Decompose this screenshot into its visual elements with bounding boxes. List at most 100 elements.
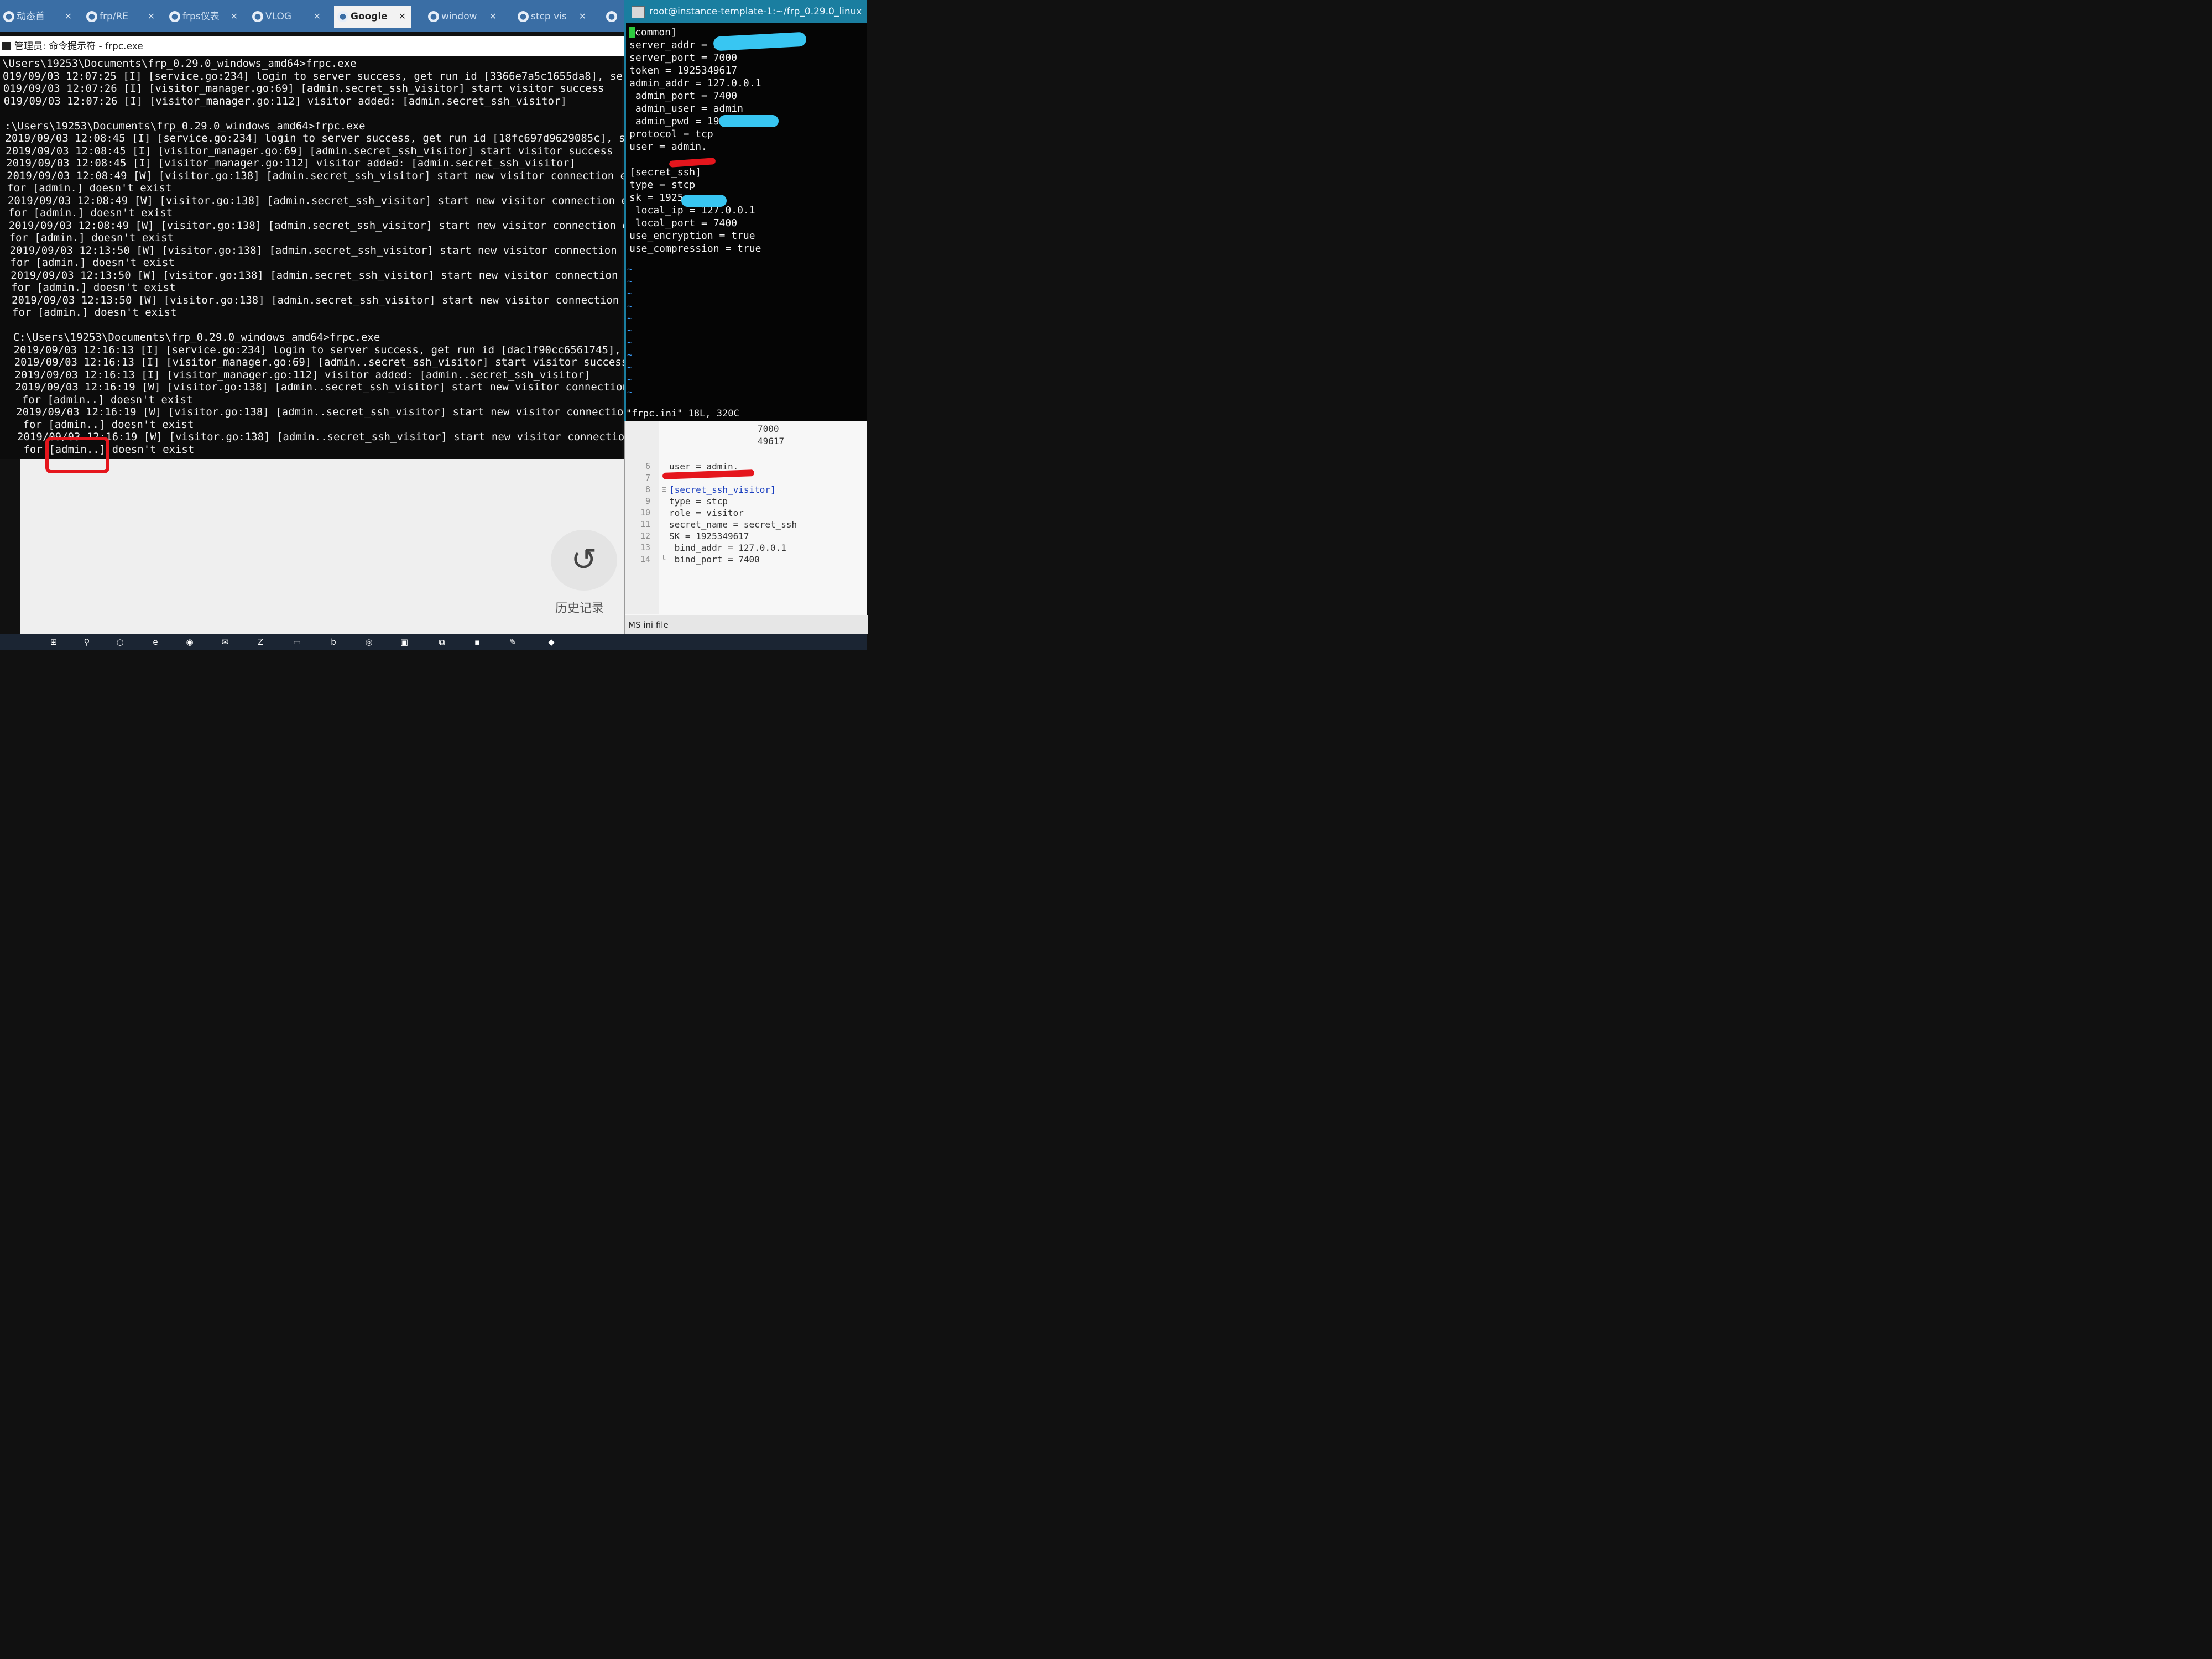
browser-tab[interactable]: ●: [603, 6, 625, 28]
close-icon[interactable]: ✕: [489, 6, 497, 28]
vim-empty-line-marker: ~: [627, 325, 633, 336]
browser-tab[interactable]: ● Google ✕: [334, 6, 411, 28]
bilibili-icon: ●: [3, 11, 14, 22]
vim-line: common]: [629, 27, 677, 39]
vim-empty-line-marker: ~: [627, 264, 633, 274]
line-number: 11: [640, 519, 650, 529]
task-view-icon[interactable]: ○: [113, 636, 127, 648]
browser-tab[interactable]: ● frp/RE ✕: [83, 6, 160, 28]
cmd-console[interactable]: ⌄ \Users\19253\Documents\frp_0.29.0_wind…: [0, 56, 630, 459]
close-icon[interactable]: ✕: [148, 6, 155, 28]
console-line: :\Users\19253\Documents\frp_0.29.0_windo…: [4, 119, 366, 132]
browser-tab-strip: ● 动态首 ✕ ● frp/RE ✕ ● frps仪表 ✕ ● VLOG ✕ ● Google ✕ ● wind…: [0, 0, 630, 32]
vim-empty-line-marker: ~: [627, 387, 633, 397]
editor-line: bind_addr = 127.0.0.1: [669, 542, 786, 553]
line-number: 6: [645, 461, 650, 471]
tab-label: VLOG: [265, 11, 292, 22]
sticker-icon: ●: [252, 11, 263, 22]
console-line: 019/09/03 12:07:26 [I] [visitor_manager.…: [3, 95, 567, 107]
close-icon[interactable]: ✕: [231, 6, 238, 28]
vim-line: use_encryption = true: [629, 230, 755, 242]
line-number: 12: [640, 531, 650, 541]
line-number-gutter: [625, 421, 659, 614]
vim-editor[interactable]: "frpc.ini" 18L, 320C common] server_addr …: [624, 23, 867, 421]
github-icon: ●: [86, 11, 97, 22]
browser-tab[interactable]: ● VLOG ✕: [249, 6, 326, 28]
netease-music-icon[interactable]: ◎: [362, 636, 376, 648]
vim-empty-line-marker: ~: [627, 362, 633, 373]
mail-icon[interactable]: ✉: [218, 636, 232, 648]
editor-status-bar: MS ini file: [625, 615, 868, 634]
vim-line: admin_user = admin: [629, 103, 743, 114]
terminal-title-bar[interactable]: root@instance-template-1:~/frp_0.29.0_li…: [624, 0, 867, 23]
console-line: 2019/09/03 12:08:49 [W] [visitor.go:138]…: [7, 194, 627, 207]
vim-line: admin_pwd = 1925: [629, 116, 732, 127]
line-number: 8: [645, 484, 650, 494]
folder-icon[interactable]: ▭: [290, 636, 304, 648]
console-line: for [admin.] doesn't exist: [8, 207, 173, 219]
console-line: \Users\19253\Documents\frp_0.29.0_window…: [2, 58, 357, 70]
editor-line: SK = 1925349617: [669, 531, 749, 541]
fold-marker-icon[interactable]: └: [661, 555, 665, 563]
fold-marker-icon[interactable]: ⊟: [661, 486, 667, 493]
vim-empty-line-marker: ~: [627, 337, 633, 348]
console-line: for [admin.] doesn't exist: [11, 281, 176, 294]
vim-empty-line-marker: ~: [627, 288, 633, 299]
console-line: 2019/09/03 12:16:13 [I] [visitor_manager…: [14, 356, 628, 368]
console-line: 2019/09/03 12:16:19 [W] [visitor.go:138]…: [15, 381, 630, 393]
cmd-title-bar[interactable]: 管理员: 命令提示符 - frpc.exe: [0, 36, 630, 56]
edge-icon[interactable]: e: [148, 636, 163, 648]
console-line: 2019/09/03 12:13:50 [W] [visitor.go:138]…: [12, 294, 630, 306]
close-icon[interactable]: ✕: [579, 6, 586, 28]
vim-line: sk = 1925: [629, 192, 684, 204]
vim-status-line: "frpc.ini" 18L, 320C: [626, 408, 739, 419]
remote-desktop-icon[interactable]: ▣: [397, 636, 411, 648]
console-line: for [admin..] doesn't exist: [15, 393, 193, 406]
history-label[interactable]: 历史记录: [555, 598, 604, 616]
cmd-icon[interactable]: ▪: [470, 636, 484, 648]
console-line: 2019/09/03 12:16:13 [I] [service.go:234]…: [13, 343, 630, 356]
line-number: 10: [640, 508, 650, 518]
browser-page: [20, 459, 624, 634]
ini-editor[interactable]: MS ini file 7000 49617 6 user = admin. 7 8 ⊟ [s…: [624, 421, 868, 634]
browser-tab[interactable]: ● window ✕: [425, 6, 502, 28]
close-icon[interactable]: ✕: [314, 6, 321, 28]
close-icon[interactable]: ✕: [65, 6, 72, 28]
tab-label: Google: [351, 11, 388, 22]
qq-icon[interactable]: ◆: [544, 636, 559, 648]
windows-start-icon[interactable]: ⊞: [46, 636, 61, 648]
network-icon[interactable]: ⧉: [435, 636, 449, 648]
close-icon[interactable]: ✕: [399, 6, 406, 28]
console-line: 019/09/03 12:07:25 [I] [service.go:234] …: [2, 70, 622, 82]
console-line: 2019/09/03 12:16:13 [I] [visitor_manager…: [14, 368, 591, 381]
chrome-icon[interactable]: ◉: [182, 636, 197, 648]
console-line: 2019/09/03 12:08:45 [I] [visitor_manager…: [6, 144, 613, 157]
console-line: 2019/09/03 12:16:19 [W] [visitor.go:138]…: [16, 406, 630, 418]
notepad-plus-icon[interactable]: ✎: [505, 636, 520, 648]
editor-line: [secret_ssh_visitor]: [669, 484, 776, 495]
browser-tab[interactable]: ● 动态首 ✕: [0, 6, 77, 28]
bilibili-icon[interactable]: b: [326, 636, 341, 648]
tab-label: stcp vis: [531, 11, 567, 22]
vim-empty-line-marker: ~: [627, 312, 633, 324]
console-line: for [admin.] doesn't exist: [12, 306, 177, 319]
console-line: C:\Users\19253\Documents\frp_0.29.0_wind…: [13, 331, 380, 343]
browser-tab[interactable]: ● stcp vis ✕: [514, 6, 592, 28]
line-number: 9: [645, 496, 650, 506]
search-icon[interactable]: ⚲: [80, 636, 94, 648]
tab-label: 动态首: [17, 11, 45, 22]
vim-line: token = 1925349617: [629, 65, 738, 76]
red-circle-annotation: [45, 437, 109, 473]
console-line: for [admin.] doesn't exist: [10, 257, 175, 269]
console-line: for [admin.] doesn't exist: [9, 232, 174, 244]
filezilla-icon[interactable]: Z: [253, 636, 268, 648]
history-icon[interactable]: ↺: [551, 530, 617, 591]
console-line: 2019/09/03 12:08:45 [I] [service.go:234]…: [5, 132, 625, 144]
redaction-mark: [681, 195, 727, 207]
vim-line: admin_addr = 127.0.0.1: [629, 77, 761, 89]
vim-line: use_compression = true: [629, 243, 761, 254]
console-line: 2019/09/03 12:08:49 [W] [visitor.go:138]…: [7, 169, 627, 182]
browser-tab[interactable]: ● frps仪表 ✕: [166, 6, 243, 28]
line-number: 14: [640, 554, 650, 564]
